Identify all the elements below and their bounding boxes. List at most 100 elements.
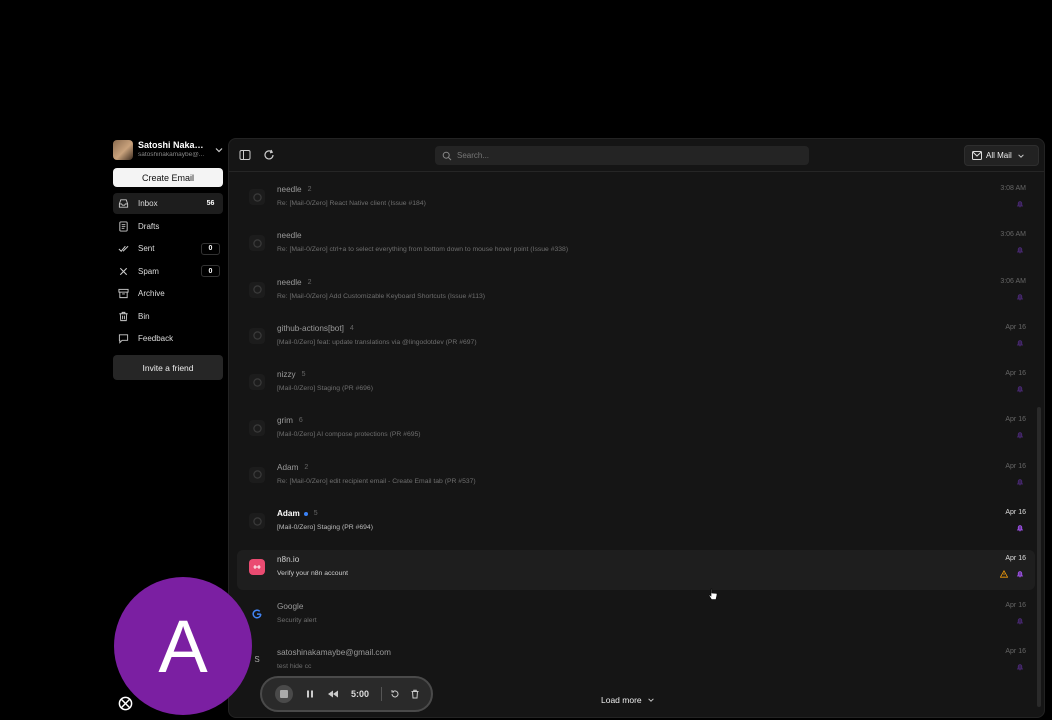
github-icon [249,189,265,205]
spam-count-badge: 0 [201,265,220,277]
bell-icon[interactable] [1016,524,1024,532]
sender-name: n8n.io [277,555,299,564]
sender-name: grim 6 [277,416,303,425]
sidebar-nav: Inbox 56 Drafts Sent 0 Spam 0 Archive Bi… [113,193,225,349]
email-subject: Security alert [277,616,317,624]
sender-text: grim [277,416,293,426]
bell-icon[interactable] [1016,570,1024,578]
bell-icon[interactable] [1016,293,1024,301]
email-subject: [Mail-0/Zero] feat: update translations … [277,338,477,346]
chevron-down-icon [1018,153,1024,158]
screen-recorder-controls: 5:00 [260,676,433,712]
warning-icon [1000,570,1008,578]
email-row[interactable]: nizzy 5 [Mail-0/Zero] Staging (PR #696) A… [237,365,1035,405]
sender-name: github-actions[bot] 4 [277,324,354,333]
sidebar-item-bin[interactable]: Bin [113,306,223,327]
bell-icon[interactable] [1016,617,1024,625]
load-more-button[interactable]: Load more [601,695,655,705]
email-row[interactable]: n8n.io Verify your n8n account Apr 16 [237,550,1035,591]
email-row[interactable]: needle Re: [Mail-0/Zero] ctrl+a to selec… [237,226,1035,266]
n8n-logo-icon [249,559,265,576]
email-row[interactable]: Adam 5 [Mail-0/Zero] Staging (PR #694) Ap… [237,504,1035,544]
thread-count: 5 [301,371,306,379]
sidebar-toggle-icon[interactable] [239,149,251,161]
github-icon [249,466,265,483]
email-date: Apr 16 [1005,601,1026,609]
bell-icon[interactable] [1016,431,1024,439]
email-subject: [Mail-0/Zero] Staging (PR #696) [277,385,373,393]
email-subject: Re: [Mail-0/Zero] React Native client (I… [277,200,426,207]
email-subject: test hide cc [277,662,312,670]
inbox-icon [118,199,129,208]
mouse-cursor-icon [708,588,718,600]
stop-recording-button[interactable] [275,685,293,703]
rewind-icon[interactable] [327,689,339,699]
email-subject: Re: [Mail-0/Zero] ctrl+a to select every… [277,246,569,254]
sender-text: github-actions[bot] [277,323,344,333]
search-input[interactable] [457,151,797,160]
sender-text: Adam [277,462,299,472]
account-switcher[interactable]: Satoshi Nakama... satoshinakamaybe@... [113,138,225,162]
github-icon [249,281,265,298]
email-row[interactable]: grim 6 [Mail-0/Zero] AI compose protectio… [237,411,1035,451]
toolbar: All Mail [229,139,1044,172]
refresh-icon[interactable] [263,149,275,161]
email-row[interactable]: Google Security alert Apr 16 [237,597,1035,637]
bell-icon[interactable] [1016,385,1024,393]
bell-icon[interactable] [1016,339,1024,347]
divider [381,687,383,701]
sent-icon [118,245,129,253]
unread-dot [303,511,308,516]
invite-friend-button[interactable]: Invite a friend [113,355,223,380]
bell-icon[interactable] [1016,663,1024,671]
mail-icon [972,151,982,160]
email-subject: [Mail-0/Zero] AI compose protections (PR… [277,431,421,439]
spam-icon [119,267,128,275]
inbox-count-badge: 56 [206,200,215,207]
sidebar-item-drafts[interactable]: Drafts [113,216,223,237]
avatar [113,140,133,160]
thread-count: 6 [298,417,303,425]
create-email-button[interactable]: Create Email [113,168,223,187]
bell-icon[interactable] [1016,246,1024,254]
search-icon [442,151,452,160]
email-subject: [Mail-0/Zero] Staging (PR #694) [277,524,373,532]
email-date: Apr 16 [1005,416,1026,424]
sidebar-item-label: Bin [138,311,150,321]
sidebar-item-spam[interactable]: Spam 0 [113,261,223,282]
email-date: Apr 16 [1005,647,1026,655]
github-icon [249,327,265,344]
sender-text: Google [277,601,304,611]
bell-icon[interactable] [1016,478,1024,486]
sidebar: Satoshi Nakama... satoshinakamaybe@... C… [113,138,225,380]
sender-name: needle 2 [277,278,312,287]
email-row[interactable]: needle 2 Re: [Mail-0/Zero] React Native c… [237,180,1035,220]
chevron-down-icon [647,698,654,702]
thread-count: 2 [307,278,312,286]
restart-icon[interactable] [390,689,400,699]
email-row[interactable]: Adam 2 Re: [Mail-0/Zero] edit recipient e… [237,458,1035,498]
sidebar-item-archive[interactable]: Archive [113,283,223,304]
email-subject: Verify your n8n account [277,570,349,578]
chevron-down-icon[interactable] [214,145,224,155]
search-bar[interactable] [435,146,809,165]
sidebar-item-sent[interactable]: Sent 0 [113,238,223,259]
scrollbar[interactable] [1037,407,1041,707]
email-date: Apr 16 [1005,462,1026,470]
trash-icon[interactable] [410,689,420,699]
email-date: 3:06 AM [1000,277,1026,285]
email-row[interactable]: needle 2 Re: [Mail-0/Zero] Add Customizab… [237,273,1035,313]
email-date: Apr 16 [1005,509,1026,517]
bell-icon[interactable] [1016,200,1024,208]
sidebar-item-label: Drafts [138,221,160,231]
sidebar-item-feedback[interactable]: Feedback [113,328,223,349]
sender-name: needle [277,231,302,240]
pause-icon[interactable] [305,689,315,699]
sidebar-item-inbox[interactable]: Inbox 56 [113,193,223,214]
sender-name: satoshinakamaybe@gmail.com [277,648,391,657]
email-subject: Re: [Mail-0/Zero] edit recipient email -… [277,477,476,485]
sender-text: needle [277,231,302,241]
sent-count-badge: 0 [201,242,220,255]
email-row[interactable]: github-actions[bot] 4 [Mail-0/Zero] feat:… [237,319,1035,359]
mail-filter-dropdown[interactable]: All Mail [964,145,1039,166]
